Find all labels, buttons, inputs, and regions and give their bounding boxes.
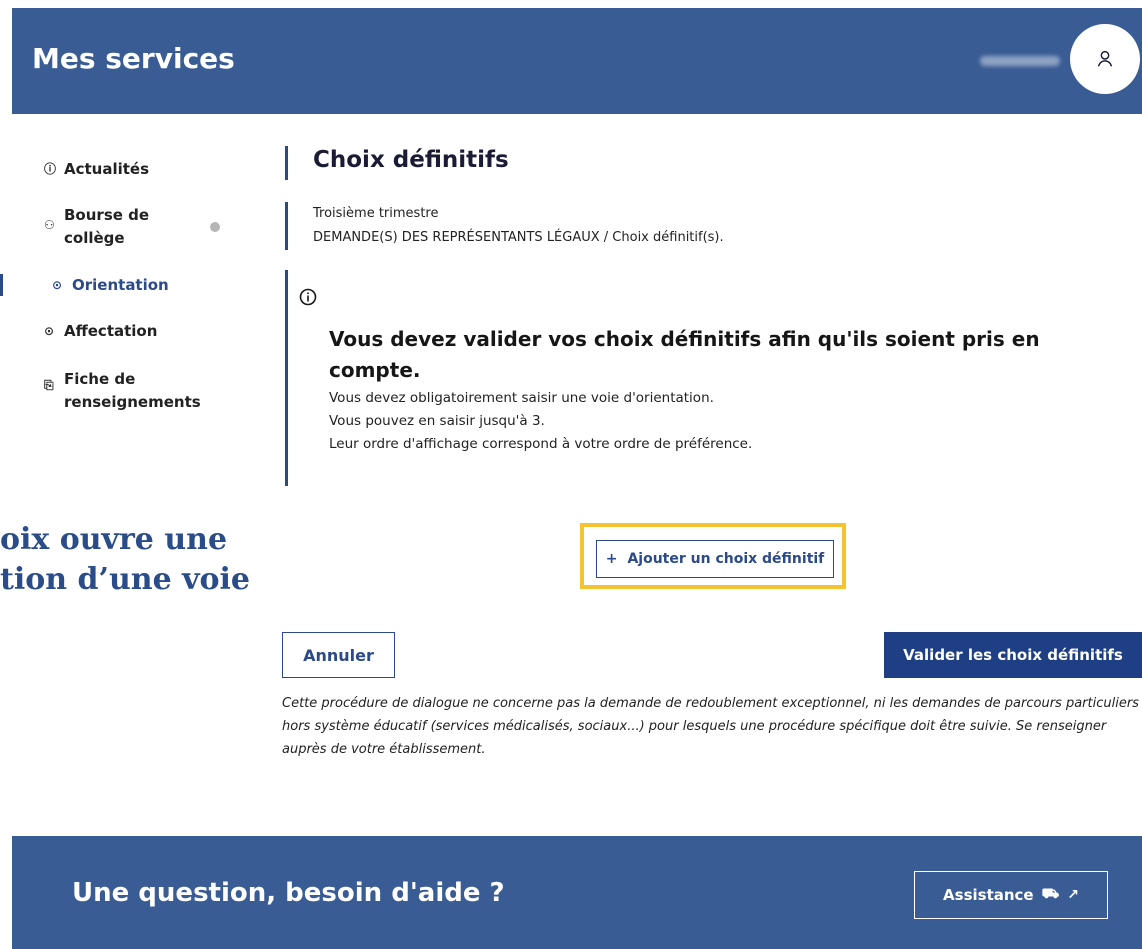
sidebar-item-fiche[interactable]: ⎘ Fiche de renseignements bbox=[44, 368, 201, 414]
assistance-label: Assistance bbox=[943, 886, 1034, 904]
breadcrumb-path: DEMANDE(S) DES REPRÉSENTANTS LÉGAUX / Ch… bbox=[313, 230, 724, 245]
footer-title: Une question, besoin d'aide ? bbox=[72, 878, 505, 908]
truck-icon: ⛟ bbox=[1041, 886, 1060, 902]
notice-line: Vous pouvez en saisir jusqu'à 3. bbox=[329, 413, 545, 429]
sidebar-item-label: Bourse de collège bbox=[64, 206, 150, 247]
help-footer: Une question, besoin d'aide ? Assistance… bbox=[12, 836, 1142, 949]
info-dot-icon bbox=[210, 222, 220, 232]
assistance-button[interactable]: Assistance ⛟ ↗ bbox=[914, 871, 1108, 919]
validate-choices-button[interactable]: Valider les choix définitifs bbox=[884, 632, 1142, 678]
caption-line: tion d’une voie bbox=[0, 562, 251, 597]
notice-line: Vous devez obligatoirement saisir une vo… bbox=[329, 390, 714, 406]
user-icon bbox=[1097, 50, 1113, 67]
breadcrumb-period: Troisième trimestre bbox=[313, 206, 439, 221]
sidebar-item-label: Orientation bbox=[72, 276, 169, 294]
active-indicator bbox=[0, 274, 3, 296]
add-choice-button[interactable]: + Ajouter un choix définitif bbox=[596, 540, 834, 578]
notice-accent bbox=[285, 270, 288, 486]
app-title: Mes services bbox=[32, 42, 235, 75]
user-menu-button[interactable] bbox=[1070, 24, 1140, 94]
sidebar-item-label: Actualités bbox=[64, 160, 150, 178]
add-choice-label: Ajouter un choix définitif bbox=[627, 551, 825, 567]
title-accent bbox=[285, 146, 288, 180]
sidebar-item-bourse[interactable]: ⚇ Bourse de collège bbox=[44, 204, 149, 250]
sidebar-item-actualites[interactable]: ⓘ Actualités bbox=[44, 158, 149, 181]
notice-title: Vous devez valider vos choix définitifs … bbox=[329, 327, 1040, 382]
disclaimer-text: Cette procédure de dialogue ne concerne … bbox=[282, 696, 1139, 757]
external-link-icon: ↗ bbox=[1067, 887, 1079, 903]
caption-overlay: oix ouvre une tion d’une voie bbox=[0, 520, 260, 600]
sidebar-item-label: Affectation bbox=[64, 322, 158, 340]
compass-icon: ⊙ bbox=[52, 278, 63, 292]
info-circle-icon: ⓘ bbox=[44, 162, 57, 176]
target-icon: ⊙ bbox=[44, 324, 55, 338]
page-title: Choix définitifs bbox=[313, 147, 509, 173]
cancel-button[interactable]: Annuler bbox=[282, 632, 395, 678]
sidebar-item-label: Fiche de renseignements bbox=[64, 370, 201, 411]
notice-line: Leur ordre d'affichage correspond à votr… bbox=[329, 436, 753, 452]
header-bar: Mes services bbox=[12, 8, 1142, 114]
people-icon: ⚇ bbox=[44, 218, 55, 232]
plus-icon: + bbox=[605, 551, 618, 567]
sidebar-item-orientation[interactable]: ⊙ Orientation bbox=[52, 274, 169, 297]
document-icon: ⎘ bbox=[44, 378, 54, 392]
breadcrumb-accent bbox=[285, 202, 288, 250]
sidebar-item-affectation[interactable]: ⊙ Affectation bbox=[44, 320, 157, 343]
caption-line: oix ouvre une bbox=[0, 522, 228, 557]
info-icon bbox=[299, 288, 317, 306]
user-name bbox=[980, 56, 1060, 66]
